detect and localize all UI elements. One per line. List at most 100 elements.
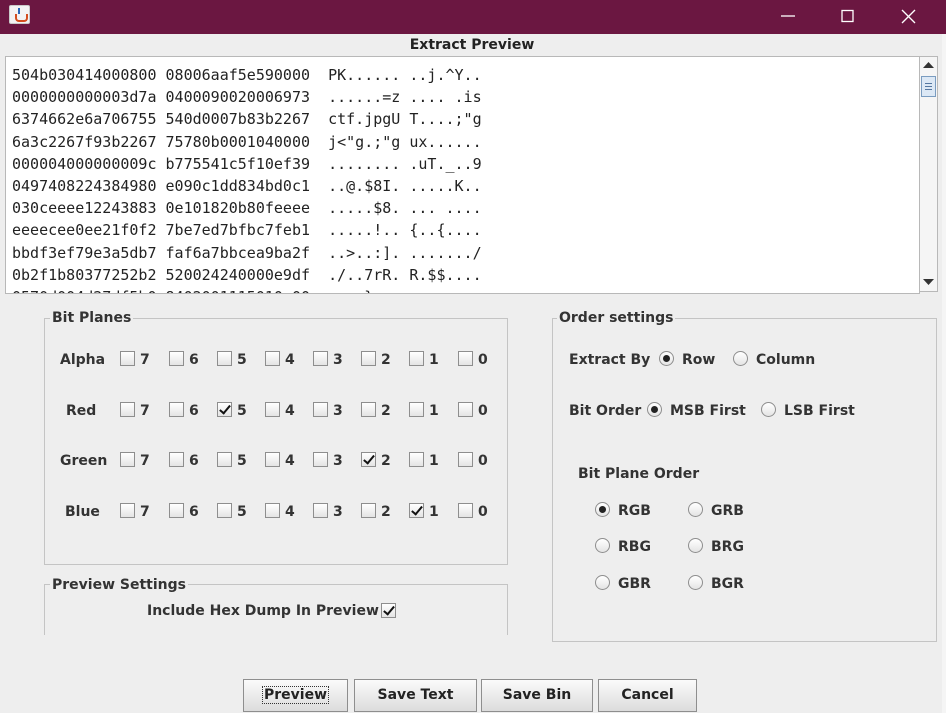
plane-order-gbr-label: GBR (618, 576, 651, 592)
cancel-button-label: Cancel (621, 687, 674, 703)
plane-order-brg-label: BRG (711, 539, 744, 555)
bit-label-2: 2 (381, 504, 391, 520)
bit-checkbox-blue-5[interactable] (217, 503, 232, 518)
bit-label-0: 0 (478, 403, 488, 419)
bit-checkbox-alpha-6[interactable] (169, 351, 184, 366)
scroll-up-button[interactable] (920, 57, 937, 74)
bit-label-6: 6 (189, 403, 199, 419)
bit-label-3: 3 (333, 453, 343, 469)
bit-label-7: 7 (140, 504, 150, 520)
preview-text-area[interactable]: 504b030414000800 08006aaf5e590000 PK....… (5, 56, 920, 294)
hex-dump-line: 000004000000009c b775541c5f10ef39 ......… (12, 154, 482, 173)
bit-checkbox-blue-4[interactable] (265, 503, 280, 518)
hex-dump-line: eeeecee0ee21f0f2 7be7ed7bfbc7feb1 .....!… (12, 221, 482, 240)
bit-label-2: 2 (381, 453, 391, 469)
bit-checkbox-red-0[interactable] (458, 402, 473, 417)
save-text-button[interactable]: Save Text (354, 679, 477, 712)
hex-dump-line: 030ceeee12243883 0e101820b80feeee .....$… (12, 199, 482, 218)
hex-dump-line: 0000000000003d7a 0400090020006973 ......… (12, 88, 482, 107)
plane-order-rgb-radio[interactable] (595, 502, 610, 517)
bit-checkbox-green-3[interactable] (313, 452, 328, 467)
bit-checkbox-red-2[interactable] (361, 402, 376, 417)
bit-checkbox-alpha-2[interactable] (361, 351, 376, 366)
bit-checkbox-alpha-4[interactable] (265, 351, 280, 366)
bit-label-4: 4 (285, 453, 295, 469)
bit-checkbox-blue-1[interactable] (409, 503, 424, 518)
bit-plane-row-label-red: Red (66, 403, 97, 419)
preview-button-label: Preview (261, 686, 329, 704)
bit-checkbox-blue-3[interactable] (313, 503, 328, 518)
bit-label-3: 3 (333, 504, 343, 520)
bit-checkbox-red-3[interactable] (313, 402, 328, 417)
scroll-down-button[interactable] (920, 274, 937, 291)
bit-checkbox-green-5[interactable] (217, 452, 232, 467)
extract-by-column-radio[interactable] (733, 351, 748, 366)
plane-order-grb-label: GRB (711, 503, 744, 519)
save-text-button-label: Save Text (377, 687, 454, 703)
bit-checkbox-green-2[interactable] (361, 452, 376, 467)
hex-dump-line: bbdf3ef79e3a5db7 faf6a7bbcea9ba2f ..>..:… (12, 243, 482, 262)
java-app-icon[interactable] (9, 5, 30, 24)
bit-checkbox-alpha-3[interactable] (313, 351, 328, 366)
bit-label-0: 0 (478, 504, 488, 520)
hex-dump-line: 0b2f1b80377252b2 520024240000e9df ./..7r… (12, 265, 482, 284)
scroll-up-icon (923, 62, 934, 68)
bit-checkbox-red-6[interactable] (169, 402, 184, 417)
plane-order-rbg-radio[interactable] (595, 538, 610, 553)
cancel-button[interactable]: Cancel (598, 679, 697, 712)
bit-checkbox-red-7[interactable] (120, 402, 135, 417)
minimize-button[interactable] (758, 0, 818, 32)
bit-checkbox-alpha-1[interactable] (409, 351, 424, 366)
bit-plane-row-label-alpha: Alpha (60, 352, 106, 368)
close-button[interactable] (878, 0, 938, 32)
bit-checkbox-alpha-7[interactable] (120, 351, 135, 366)
extract-by-row-radio[interactable] (659, 351, 674, 366)
bit-plane-row-label-blue: Blue (65, 504, 100, 520)
bit-checkbox-green-4[interactable] (265, 452, 280, 467)
plane-order-bgr-radio[interactable] (688, 575, 703, 590)
bit-checkbox-alpha-5[interactable] (217, 351, 232, 366)
bit-checkbox-green-6[interactable] (169, 452, 184, 467)
preview-button[interactable]: Preview (243, 679, 348, 712)
plane-order-gbr-radio[interactable] (595, 575, 610, 590)
bit-checkbox-green-7[interactable] (120, 452, 135, 467)
bit-checkbox-alpha-0[interactable] (458, 351, 473, 366)
extract-by-label: Extract By (569, 352, 651, 368)
hex-dump-line: 0570d004d27df5b0 8402001115010c00 ....}.… (12, 286, 482, 293)
plane-order-brg-radio[interactable] (688, 538, 703, 553)
include-hex-dump-checkbox[interactable] (381, 603, 396, 618)
hex-dump-text: 504b030414000800 08006aaf5e590000 PK....… (12, 64, 482, 293)
bit-checkbox-green-0[interactable] (458, 452, 473, 467)
bit-plane-order-label: Bit Plane Order (578, 466, 700, 482)
dialog-content: Extract Preview 504b030414000800 08006aa… (2, 34, 942, 713)
bit-checkbox-blue-2[interactable] (361, 503, 376, 518)
bit-label-7: 7 (140, 403, 150, 419)
minimize-icon (781, 15, 795, 17)
bit-checkbox-red-1[interactable] (409, 402, 424, 417)
background-window-edge (942, 34, 946, 713)
preview-settings-title: Preview Settings (50, 577, 188, 593)
bit-checkbox-blue-7[interactable] (120, 503, 135, 518)
bit-checkbox-blue-6[interactable] (169, 503, 184, 518)
plane-order-rbg-label: RBG (618, 539, 651, 555)
save-bin-button[interactable]: Save Bin (481, 679, 593, 712)
plane-order-rgb-label: RGB (618, 503, 651, 519)
bit-order-msb-radio[interactable] (647, 402, 662, 417)
scrollbar-thumb[interactable] (921, 76, 936, 97)
vertical-scrollbar[interactable] (919, 56, 938, 292)
bit-order-lsb-radio[interactable] (761, 402, 776, 417)
bit-checkbox-red-4[interactable] (265, 402, 280, 417)
bit-checkbox-green-1[interactable] (409, 452, 424, 467)
bit-order-msb-label: MSB First (670, 403, 746, 419)
maximize-icon (841, 9, 854, 23)
extract-by-column-label: Column (756, 352, 816, 368)
bit-checkbox-red-5[interactable] (217, 402, 232, 417)
bit-label-5: 5 (237, 504, 247, 520)
title-bar (0, 0, 946, 34)
bit-planes-title: Bit Planes (50, 310, 134, 326)
maximize-button[interactable] (818, 0, 878, 32)
bit-order-lsb-label: LSB First (784, 403, 855, 419)
bit-checkbox-blue-0[interactable] (458, 503, 473, 518)
bit-label-0: 0 (478, 453, 488, 469)
plane-order-grb-radio[interactable] (688, 502, 703, 517)
